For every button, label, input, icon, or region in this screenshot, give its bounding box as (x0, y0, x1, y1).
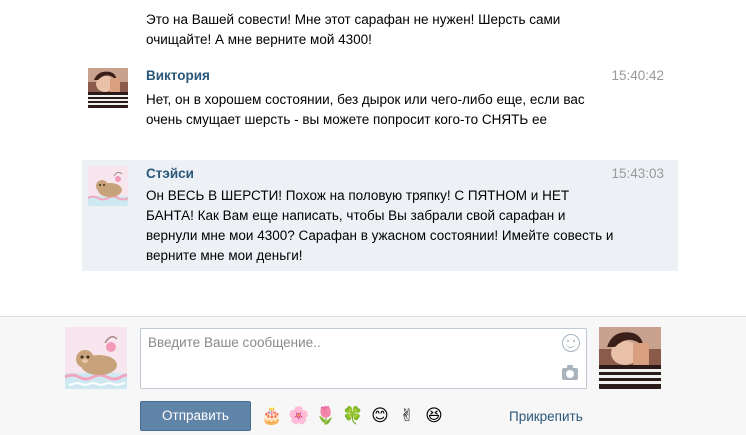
message-input-placeholder: Введите Ваше сообщение.. (148, 335, 321, 350)
previous-message-continuation: Это на Вашей совести! Мне этот сарафан н… (146, 12, 561, 47)
send-button[interactable]: Отправить (140, 401, 251, 431)
avatar[interactable] (88, 166, 128, 206)
message-time[interactable]: 15:43:03 (611, 166, 664, 181)
blossom-icon[interactable]: 🌸 (288, 405, 310, 427)
message-text: Нет, он в хорошем состоянии, без дырок и… (146, 92, 585, 127)
emoji-quickbar: 🎂 🌸 🌷 🍀 😊 ✌ 😆 (261, 405, 445, 427)
birthday-cake-icon[interactable]: 🎂 (261, 405, 283, 427)
attach-link[interactable]: Прикрепить (509, 409, 583, 424)
message-composer: Введите Ваше сообщение.. Отправить 🎂 🌸 🌷… (0, 316, 746, 435)
message-author[interactable]: Стэйси (146, 166, 194, 181)
own-avatar[interactable] (65, 327, 127, 389)
camera-icon[interactable] (562, 365, 578, 380)
smile-icon[interactable] (562, 334, 580, 352)
avatar[interactable] (88, 68, 128, 108)
message-author[interactable]: Виктория (146, 68, 210, 83)
avatar-photo-steisi (88, 166, 128, 206)
tulip-icon[interactable]: 🌷 (315, 405, 337, 427)
four-leaf-clover-icon[interactable]: 🍀 (342, 405, 364, 427)
peer-avatar[interactable] (599, 327, 661, 389)
message-input[interactable]: Введите Ваше сообщение.. (140, 328, 587, 389)
laughing-face-icon[interactable]: 😆 (423, 405, 445, 427)
message-item-highlighted: Стэйси 15:43:03 Он ВЕСЬ В ШЕРСТИ! Похож … (82, 160, 678, 271)
message-item: Виктория 15:40:42 Нет, он в хорошем сост… (82, 62, 678, 156)
smiling-face-icon[interactable]: 😊 (369, 405, 391, 427)
victory-hand-icon[interactable]: ✌ (396, 405, 418, 427)
avatar-photo-own (65, 327, 127, 389)
avatar-photo-peer (599, 327, 661, 389)
message-text: Он ВЕСЬ В ШЕРСТИ! Похож на половую тряпк… (146, 188, 614, 263)
avatar-photo-viktoria (88, 68, 128, 108)
message-time[interactable]: 15:40:42 (611, 68, 664, 83)
